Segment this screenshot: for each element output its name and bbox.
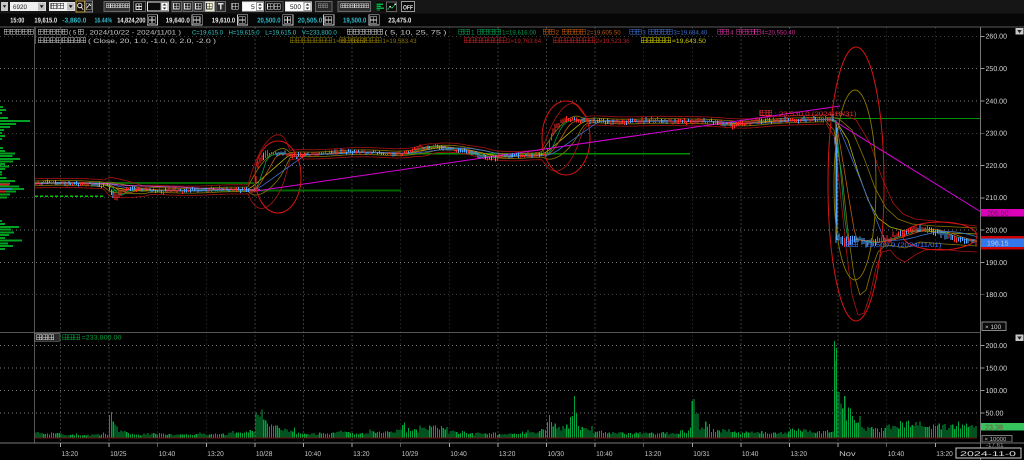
svg-text:14,824,200: 14,824,200 xyxy=(117,17,145,24)
svg-text:190.00: 190.00 xyxy=(986,260,1008,267)
svg-text:=233,800.00: =233,800.00 xyxy=(82,335,123,342)
svg-text:OFF: OFF xyxy=(403,4,413,11)
svg-text:2: 2 xyxy=(556,29,560,36)
svg-text:10/29: 10/29 xyxy=(402,450,419,458)
svg-text:19,615.0: 19,615.0 xyxy=(34,17,57,24)
svg-text:200.00: 200.00 xyxy=(986,228,1008,235)
svg-text:13:20: 13:20 xyxy=(62,451,79,458)
svg-text:23.38: 23.38 xyxy=(985,424,1003,431)
svg-text:205.50: 205.50 xyxy=(987,210,1009,217)
svg-text:10:40: 10:40 xyxy=(305,451,322,458)
svg-text:13:20: 13:20 xyxy=(645,451,662,458)
svg-text:2=19,763.64: 2=19,763.64 xyxy=(507,38,541,45)
svg-text:1: 1 xyxy=(471,29,475,36)
svg-text:3=19,684.40: 3=19,684.40 xyxy=(673,29,707,36)
svg-text:2=19,523.36: 2=19,523.36 xyxy=(596,38,630,45)
svg-text:=19,643.50: =19,643.50 xyxy=(672,38,707,45)
svg-text:V=233,800.0: V=233,800.0 xyxy=(302,29,337,36)
svg-text:19,500.0: 19,500.0 xyxy=(343,17,366,24)
svg-text:× 100: × 100 xyxy=(985,324,1002,331)
svg-text:13:20: 13:20 xyxy=(353,451,370,458)
svg-text:10:40: 10:40 xyxy=(742,451,759,458)
svg-text:H=19,615.0: H=19,615.0 xyxy=(229,29,260,36)
svg-text:10:40: 10:40 xyxy=(450,451,467,458)
svg-text:15:00: 15:00 xyxy=(10,17,24,24)
svg-text:196.15: 196.15 xyxy=(987,240,1009,247)
svg-text:2=19,605.50: 2=19,605.50 xyxy=(587,29,621,36)
svg-text:20,505.0: 20,505.0 xyxy=(298,17,323,24)
svg-text:23,475.0: 23,475.0 xyxy=(388,17,411,24)
svg-text:4=20,550.40: 4=20,550.40 xyxy=(761,29,795,36)
svg-text:10/25: 10/25 xyxy=(110,450,127,458)
svg-text:10:40: 10:40 xyxy=(159,451,176,458)
svg-text:200.00: 200.00 xyxy=(986,343,1008,350)
svg-text:16.44%: 16.44% xyxy=(95,17,113,24)
svg-text:19,610.0: 19,610.0 xyxy=(212,17,235,24)
svg-text:10:40: 10:40 xyxy=(888,451,905,458)
svg-text:20,500.0: 20,500.0 xyxy=(257,17,280,24)
svg-text:240.00: 240.00 xyxy=(986,98,1008,105)
svg-text:19,640.0: 19,640.0 xyxy=(166,17,190,24)
svg-text:1=19,703.57: 1=19,703.57 xyxy=(333,38,367,45)
svg-text:Nov: Nov xyxy=(839,451,856,458)
svg-text:230.00: 230.00 xyxy=(986,131,1008,138)
svg-text:220.00: 220.00 xyxy=(986,163,1008,170)
svg-text:13:20: 13:20 xyxy=(936,451,953,458)
svg-text:500: 500 xyxy=(290,4,301,11)
svg-text:180.00: 180.00 xyxy=(986,292,1008,299)
svg-text:1=19,583.43: 1=19,583.43 xyxy=(383,38,417,45)
svg-text:4: 4 xyxy=(730,29,734,36)
svg-text:10:40: 10:40 xyxy=(596,451,613,458)
svg-text:5: 5 xyxy=(251,4,255,11)
svg-text:100.00: 100.00 xyxy=(986,388,1008,395)
svg-text:150.00: 150.00 xyxy=(986,365,1008,372)
svg-text:2024-11-0: 2024-11-0 xyxy=(960,451,1016,458)
svg-text:10/28: 10/28 xyxy=(256,450,273,458)
svg-text:C=19,615.0: C=19,615.0 xyxy=(192,29,223,36)
svg-text:: 19,500.0 (2024/11/01): : 19,500.0 (2024/11/01) xyxy=(861,242,942,249)
svg-text:( Close, 20, 1.0, -1.0, 0, 2.0: ( Close, 20, 1.0, -1.0, 0, 2.0, -2.0 ) xyxy=(88,38,216,45)
svg-text:L=19,615.0: L=19,615.0 xyxy=(265,29,296,36)
svg-text:: 23,530.0 (2024/10/31): : 23,530.0 (2024/10/31) xyxy=(775,111,857,118)
svg-text:( 5, 10, 25, 75 ): ( 5, 10, 25, 75 ) xyxy=(385,29,447,36)
svg-text:13:20: 13:20 xyxy=(791,451,808,458)
svg-text:, 2024/10/22 - 2024/11/01 ): , 2024/10/22 - 2024/11/01 ) xyxy=(85,29,181,36)
svg-text:13:20: 13:20 xyxy=(499,451,516,458)
svg-text:260.00: 260.00 xyxy=(986,34,1008,41)
svg-text:10/30: 10/30 xyxy=(548,450,565,458)
svg-text:10/31: 10/31 xyxy=(693,450,710,458)
svg-text:13:20: 13:20 xyxy=(207,451,224,458)
svg-text:( 5: ( 5 xyxy=(69,29,77,36)
svg-text:210.00: 210.00 xyxy=(986,195,1008,202)
svg-text:250.00: 250.00 xyxy=(986,66,1008,73)
svg-text:1=19,616.00: 1=19,616.00 xyxy=(502,29,536,36)
svg-text:50.00: 50.00 xyxy=(986,410,1004,417)
svg-text:6920: 6920 xyxy=(13,4,27,11)
svg-text:3: 3 xyxy=(642,29,646,36)
svg-text:-3,860.0: -3,860.0 xyxy=(62,17,86,24)
